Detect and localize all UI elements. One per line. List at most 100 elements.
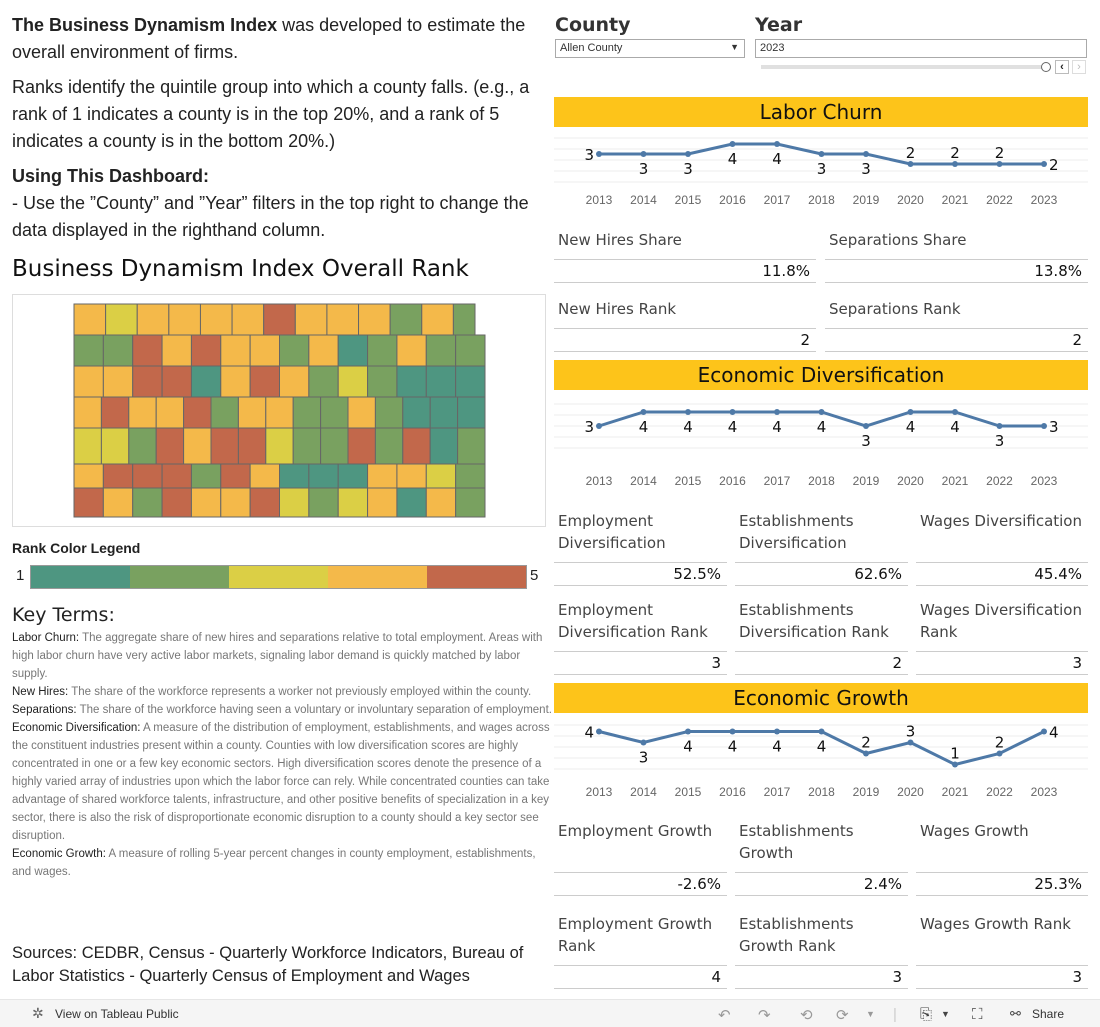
download-icon[interactable]: ⎘	[920, 1006, 932, 1023]
county-shape[interactable]	[105, 303, 138, 336]
county-shape[interactable]	[367, 365, 398, 398]
county-shape[interactable]	[220, 487, 251, 518]
county-shape[interactable]	[220, 463, 251, 489]
county-shape[interactable]	[455, 463, 486, 489]
year-slider-handle[interactable]	[1041, 62, 1051, 72]
county-shape[interactable]	[402, 427, 431, 465]
county-shape[interactable]	[279, 487, 310, 518]
county-shape[interactable]	[389, 303, 423, 336]
rank-point[interactable]	[685, 728, 691, 735]
county-shape[interactable]	[367, 487, 398, 518]
county-shape[interactable]	[367, 334, 398, 367]
county-shape[interactable]	[249, 334, 280, 367]
county-shape[interactable]	[294, 303, 328, 336]
county-shape[interactable]	[132, 334, 163, 367]
rank-point[interactable]	[1041, 161, 1047, 167]
undo-icon[interactable]: ↶	[718, 1006, 731, 1024]
share-button[interactable]: Share	[1032, 1007, 1064, 1021]
county-shape[interactable]	[132, 365, 163, 398]
county-shape[interactable]	[73, 463, 104, 489]
county-shape[interactable]	[102, 365, 134, 398]
county-shape[interactable]	[425, 365, 457, 398]
refresh-icon[interactable]: ⟳	[836, 1006, 849, 1024]
county-shape[interactable]	[455, 334, 486, 367]
county-shape[interactable]	[425, 463, 457, 489]
county-shape[interactable]	[425, 487, 457, 518]
previous-year-button[interactable]: ‹	[1055, 60, 1069, 74]
county-shape[interactable]	[190, 334, 222, 367]
county-shape[interactable]	[155, 396, 185, 429]
rank-point[interactable]	[818, 151, 825, 157]
county-shape[interactable]	[308, 365, 339, 398]
county-shape[interactable]	[102, 463, 134, 489]
county-shape[interactable]	[308, 334, 339, 367]
rank-point[interactable]	[863, 423, 869, 429]
county-shape[interactable]	[199, 303, 233, 336]
county-shape[interactable]	[308, 487, 339, 518]
county-dropdown[interactable]: Allen County ▼	[555, 39, 745, 58]
county-shape[interactable]	[337, 334, 369, 367]
county-shape[interactable]	[128, 396, 157, 429]
rank-point[interactable]	[729, 409, 736, 415]
county-shape[interactable]	[220, 365, 251, 398]
county-shape[interactable]	[249, 463, 280, 489]
county-shape[interactable]	[183, 396, 212, 429]
county-shape[interactable]	[279, 365, 310, 398]
county-shape[interactable]	[132, 487, 163, 518]
county-shape[interactable]	[183, 427, 212, 465]
county-shape[interactable]	[457, 427, 486, 465]
county-shape[interactable]	[190, 487, 222, 518]
county-map-svg[interactable]	[13, 295, 545, 526]
county-shape[interactable]	[161, 334, 192, 367]
rank-point[interactable]	[996, 423, 1003, 429]
county-shape[interactable]	[347, 427, 376, 465]
refresh-dropdown-icon[interactable]: ▼	[866, 1009, 875, 1019]
county-shape[interactable]	[455, 487, 486, 518]
county-shape[interactable]	[396, 463, 427, 489]
county-shape[interactable]	[292, 396, 322, 429]
rank-point[interactable]	[729, 728, 736, 735]
rank-point[interactable]	[640, 739, 647, 746]
county-shape[interactable]	[421, 303, 454, 336]
county-shape[interactable]	[136, 303, 170, 336]
county-shape[interactable]	[231, 303, 265, 336]
view-on-tableau-link[interactable]: View on Tableau Public	[55, 1007, 179, 1021]
county-shape[interactable]	[374, 427, 404, 465]
download-dropdown-icon[interactable]: ▼	[941, 1009, 950, 1019]
county-shape[interactable]	[396, 487, 427, 518]
county-shape[interactable]	[326, 303, 360, 336]
fullscreen-icon[interactable]: ⛶	[972, 1006, 983, 1023]
rank-point[interactable]	[774, 141, 780, 147]
county-map[interactable]	[12, 294, 546, 527]
rank-point[interactable]	[1041, 728, 1047, 735]
rank-point[interactable]	[774, 409, 780, 415]
county-shape[interactable]	[128, 427, 157, 465]
county-shape[interactable]	[73, 487, 104, 518]
rank-point[interactable]	[774, 728, 780, 735]
county-shape[interactable]	[265, 427, 294, 465]
county-shape[interactable]	[292, 427, 322, 465]
county-shape[interactable]	[168, 303, 201, 336]
county-shape[interactable]	[237, 396, 267, 429]
county-shape[interactable]	[210, 396, 239, 429]
county-shape[interactable]	[220, 334, 251, 367]
county-shape[interactable]	[396, 334, 427, 367]
redo-icon[interactable]: ↷	[758, 1006, 771, 1024]
county-shape[interactable]	[452, 303, 476, 336]
county-shape[interactable]	[455, 365, 486, 398]
rank-point[interactable]	[640, 151, 647, 157]
county-shape[interactable]	[190, 463, 222, 489]
rank-point[interactable]	[907, 409, 914, 415]
county-shape[interactable]	[320, 427, 349, 465]
next-year-button[interactable]: ›	[1072, 60, 1086, 74]
county-shape[interactable]	[161, 463, 192, 489]
county-shape[interactable]	[73, 303, 107, 336]
rank-point[interactable]	[729, 141, 736, 147]
share-icon[interactable]: ⚯	[1010, 1006, 1021, 1022]
rank-point[interactable]	[863, 151, 869, 157]
county-shape[interactable]	[132, 463, 163, 489]
county-shape[interactable]	[337, 463, 369, 489]
county-shape[interactable]	[367, 463, 398, 489]
county-shape[interactable]	[237, 427, 267, 465]
rank-point[interactable]	[1041, 423, 1047, 429]
